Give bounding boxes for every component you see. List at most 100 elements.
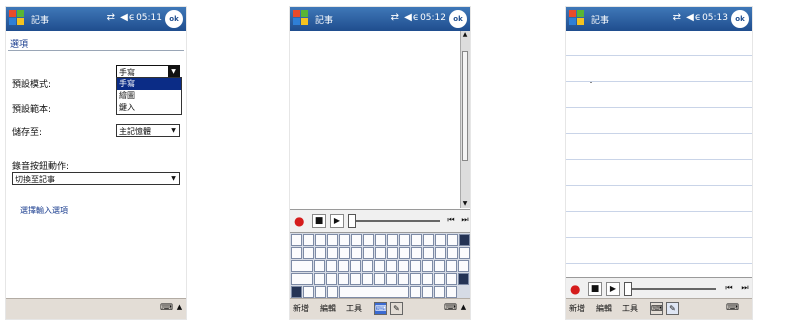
key[interactable] — [374, 260, 385, 272]
slider-knob[interactable] — [624, 282, 632, 296]
menu-new[interactable]: 新增 — [293, 303, 309, 314]
connectivity-volume-icons[interactable]: ⇄ ◀ϵ — [391, 12, 420, 23]
input-panel-up-icon[interactable]: ▲ — [459, 303, 468, 314]
key[interactable] — [303, 286, 314, 298]
key[interactable] — [435, 234, 446, 246]
playback-slider[interactable] — [624, 282, 716, 296]
key-mode[interactable] — [291, 286, 302, 298]
key[interactable] — [338, 260, 349, 272]
writing-area[interactable] — [566, 31, 752, 274]
key[interactable] — [315, 234, 326, 246]
chevron-down-icon[interactable]: ▼ — [168, 173, 179, 184]
key[interactable] — [434, 260, 445, 272]
playback-slider[interactable] — [348, 214, 440, 228]
key[interactable] — [434, 273, 445, 285]
scroll-thumb[interactable] — [462, 51, 468, 161]
key[interactable] — [411, 234, 422, 246]
key[interactable] — [350, 273, 361, 285]
scroll-down-icon[interactable]: ▼ — [461, 200, 469, 208]
key[interactable] — [387, 234, 398, 246]
key[interactable] — [315, 247, 326, 259]
key[interactable] — [446, 286, 457, 298]
key[interactable] — [326, 273, 337, 285]
key[interactable] — [399, 247, 410, 259]
save-to-select[interactable]: 主記憶體 ▼ — [116, 124, 180, 137]
key[interactable] — [422, 286, 433, 298]
key[interactable] — [386, 273, 397, 285]
key[interactable] — [363, 247, 374, 259]
record-icon[interactable]: ● — [570, 283, 582, 295]
key[interactable] — [326, 260, 337, 272]
pen-icon[interactable]: ✎ — [666, 302, 679, 315]
key[interactable] — [339, 234, 350, 246]
scroll-up-icon[interactable]: ▲ — [461, 31, 469, 39]
record-icon[interactable]: ● — [294, 215, 306, 227]
keyboard-icon[interactable]: ⌨ — [444, 303, 457, 314]
key[interactable] — [374, 273, 385, 285]
key[interactable] — [435, 247, 446, 259]
menu-new[interactable]: 新增 — [569, 303, 585, 314]
play-icon[interactable]: ▶ — [606, 282, 620, 296]
input-options-link[interactable]: 選擇輸入選項 — [20, 205, 68, 216]
key[interactable] — [434, 286, 445, 298]
key[interactable] — [363, 234, 374, 246]
menu-edit[interactable]: 編輯 — [320, 303, 336, 314]
key-shift[interactable] — [291, 273, 313, 285]
key[interactable] — [362, 260, 373, 272]
key[interactable] — [291, 247, 302, 259]
ok-button[interactable]: ok — [449, 10, 467, 28]
key[interactable] — [386, 260, 397, 272]
rewind-icon[interactable]: ⏮ — [722, 283, 736, 293]
chevron-down-icon[interactable]: ▼ — [168, 66, 179, 77]
keyboard-icon[interactable]: ⌨ — [160, 303, 173, 314]
key[interactable] — [351, 234, 362, 246]
chevron-down-icon[interactable]: ▼ — [168, 125, 179, 136]
key[interactable] — [410, 273, 421, 285]
key[interactable] — [422, 260, 433, 272]
start-menu-icon[interactable] — [569, 10, 586, 27]
stop-icon[interactable]: ■ — [588, 282, 602, 296]
forward-icon[interactable]: ⏭ — [738, 283, 752, 293]
key[interactable] — [303, 234, 314, 246]
dropdown-option-type[interactable]: 鍵入 — [117, 102, 181, 114]
dropdown-option-draw[interactable]: 繪圖 — [117, 90, 181, 102]
key-space[interactable] — [339, 286, 409, 298]
key[interactable] — [314, 273, 325, 285]
vertical-scrollbar[interactable]: ▲ ▼ — [460, 31, 470, 208]
keyboard-icon[interactable]: ⌨ — [726, 303, 739, 314]
key[interactable] — [351, 247, 362, 259]
pen-icon[interactable]: ✎ — [390, 302, 403, 315]
start-menu-icon[interactable] — [9, 10, 26, 27]
forward-icon[interactable]: ⏭ — [458, 215, 470, 225]
key[interactable] — [291, 234, 302, 246]
input-panel-up-icon[interactable]: ▲ — [175, 303, 184, 314]
key[interactable] — [327, 286, 338, 298]
key[interactable] — [458, 260, 469, 272]
key[interactable] — [410, 260, 421, 272]
key[interactable] — [398, 273, 409, 285]
key[interactable] — [399, 234, 410, 246]
keyboard-mode-icon[interactable]: ⌨ — [374, 302, 387, 315]
key[interactable] — [447, 247, 458, 259]
key[interactable] — [339, 247, 350, 259]
key[interactable] — [350, 260, 361, 272]
note-text-area[interactable] — [290, 31, 461, 208]
play-icon[interactable]: ▶ — [330, 214, 344, 228]
key[interactable] — [410, 286, 421, 298]
key-enter[interactable] — [458, 273, 469, 285]
key[interactable] — [303, 247, 314, 259]
key[interactable] — [447, 234, 458, 246]
menu-tools[interactable]: 工具 — [622, 303, 638, 314]
keyboard-mode-icon[interactable]: ⌨ — [650, 302, 663, 315]
key[interactable] — [327, 234, 338, 246]
key[interactable] — [375, 247, 386, 259]
key[interactable] — [446, 273, 457, 285]
key[interactable] — [411, 247, 422, 259]
menu-edit[interactable]: 編輯 — [596, 303, 612, 314]
record-button-action-select[interactable]: 切換至記事 ▼ — [12, 172, 180, 185]
connectivity-volume-icons[interactable]: ⇄ ◀ϵ — [673, 12, 702, 23]
key[interactable] — [314, 260, 325, 272]
key[interactable] — [398, 260, 409, 272]
key-caps[interactable] — [291, 260, 313, 272]
key[interactable] — [387, 247, 398, 259]
